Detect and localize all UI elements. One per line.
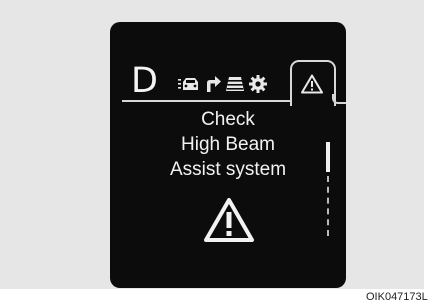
message-line-1: Check bbox=[201, 109, 255, 130]
warning-triangle-icon bbox=[301, 74, 323, 94]
cluster-display: D Check High Beam Assist system bbox=[110, 22, 346, 288]
vehicle-distance-icon[interactable] bbox=[178, 76, 200, 92]
scrollbar-track[interactable] bbox=[327, 176, 329, 236]
tab-edge bbox=[332, 94, 346, 104]
illustration-background: D Check High Beam Assist system bbox=[0, 0, 424, 289]
tab-divider bbox=[122, 100, 297, 102]
lane-road-icon[interactable] bbox=[225, 76, 245, 92]
message-line-3: Assist system bbox=[169, 159, 287, 180]
tab-warning[interactable] bbox=[290, 60, 336, 106]
settings-gear-icon[interactable] bbox=[249, 75, 267, 93]
image-caption: OIK047173L bbox=[366, 291, 428, 303]
scrollbar-thumb[interactable] bbox=[326, 142, 330, 172]
turn-arrow-icon[interactable] bbox=[204, 75, 222, 92]
message-line-2: High Beam bbox=[181, 134, 275, 155]
gear-indicator: D bbox=[131, 61, 158, 101]
warning-triangle-icon bbox=[204, 198, 254, 242]
